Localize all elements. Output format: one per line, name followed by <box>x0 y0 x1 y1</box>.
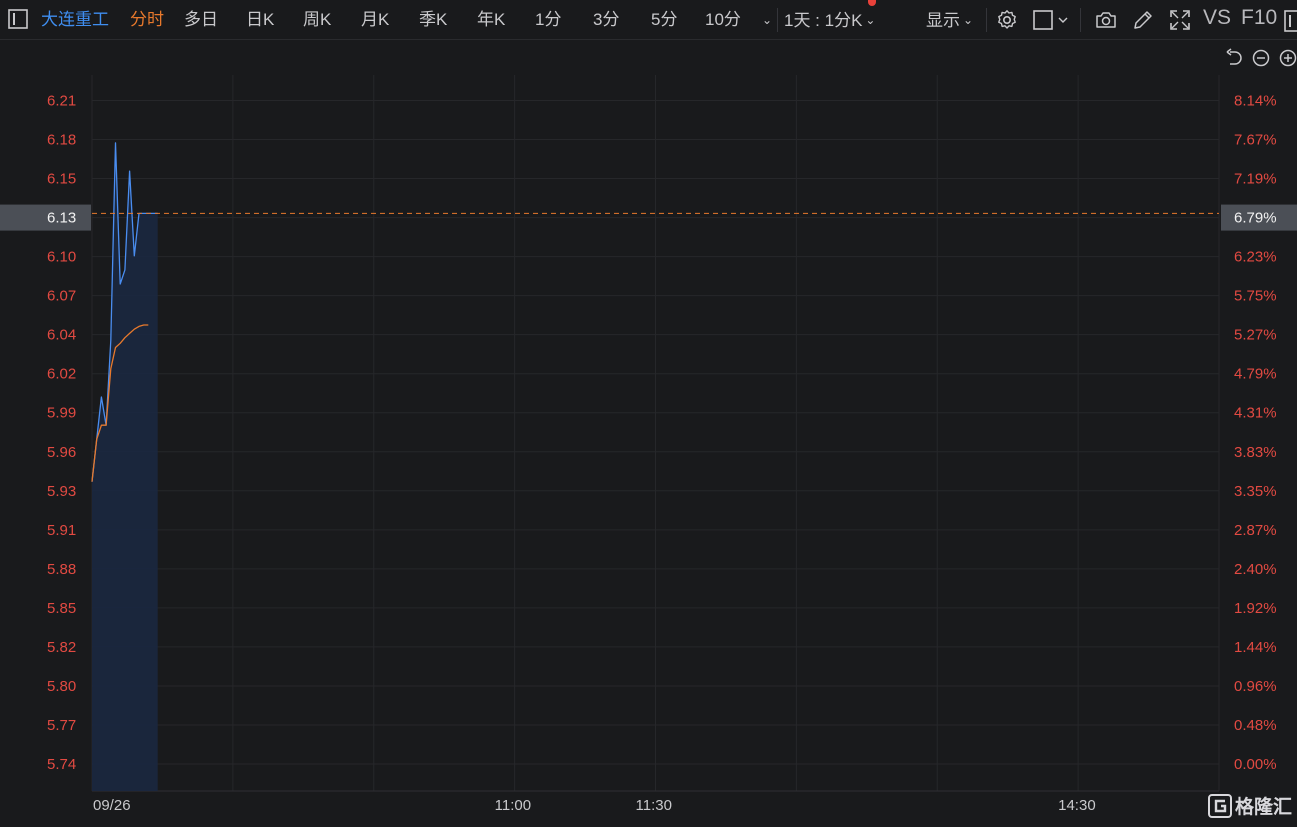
chevron-down-icon: ⌄ <box>762 13 773 27</box>
y-tick-label: 5.93 <box>47 483 76 500</box>
watermark-logo-icon <box>1208 794 1232 818</box>
side-panel-icon[interactable] <box>1283 9 1297 33</box>
notification-dot <box>868 0 876 6</box>
chevron-down-icon: ⌄ <box>963 13 974 27</box>
y-tick-label: 5.82 <box>47 639 76 656</box>
y-pct-tick-label: 0.00% <box>1234 756 1277 773</box>
y-tick-label: 6.15 <box>47 171 76 188</box>
y-tick-label: 5.91 <box>47 522 76 539</box>
sidebar-toggle-icon[interactable] <box>6 7 30 31</box>
chart-controls <box>1226 48 1297 67</box>
y-pct-tick-label: 3.83% <box>1234 444 1277 461</box>
x-tick-label: 11:00 <box>495 797 531 814</box>
y-pct-tick-label: 7.19% <box>1234 171 1277 188</box>
y-tick-label: 6.10 <box>47 249 76 266</box>
y-tick-label: 6.04 <box>47 327 76 344</box>
toolbar-divider <box>986 8 987 32</box>
toolbar-divider <box>1080 8 1081 32</box>
y-pct-tick-label: 3.35% <box>1234 483 1277 500</box>
tab-intraday[interactable]: 分时 <box>130 9 164 31</box>
more-periods-button[interactable]: ⌄ <box>759 9 772 32</box>
chevron-down-icon: ⌄ <box>865 13 876 27</box>
intraday-chart[interactable]: 6.21 6.18 6.15 6.13 6.10 6.07 6.04 6.02 5.99 5.96… <box>0 41 1297 827</box>
y-pct-tick-label: 7.67% <box>1234 132 1277 149</box>
display-menu-label: 显示 <box>926 11 960 30</box>
y-pct-tick-label: 2.40% <box>1234 561 1277 578</box>
display-menu-button[interactable]: 显示 ⌄ <box>926 9 973 32</box>
pencil-icon[interactable] <box>1131 8 1155 32</box>
tab-5min[interactable]: 5分 <box>651 9 677 31</box>
y-pct-tick-label: 4.31% <box>1234 405 1277 422</box>
y-pct-tick-label: 4.79% <box>1234 366 1277 383</box>
y-pct-tick-label: 5.75% <box>1234 288 1277 305</box>
y-tick-label: 6.13 <box>47 210 76 227</box>
watermark-text: 格隆汇 <box>1235 795 1292 818</box>
zoom-out-icon[interactable] <box>1252 49 1270 67</box>
y-tick-label: 6.07 <box>47 288 76 305</box>
y-pct-tick-label: 1.44% <box>1234 639 1277 656</box>
y-pct-tick-label: 1.92% <box>1234 600 1277 617</box>
price-area <box>92 142 158 791</box>
y-pct-tick-label: 6.79% <box>1234 210 1277 227</box>
chart-toolbar: 大连重工 分时 多日 日K 周K 月K 季K 年K 1分 3分 5分 10分 ⌄… <box>0 0 1297 40</box>
x-tick-label: 09/26 <box>93 797 131 814</box>
toolbar-divider <box>777 8 778 32</box>
period-selector[interactable]: 1天 : 1分K ⌄ <box>784 9 875 32</box>
tab-multi-day[interactable]: 多日 <box>184 9 218 31</box>
y-pct-tick-label: 2.87% <box>1234 522 1277 539</box>
square-icon[interactable] <box>1032 8 1072 32</box>
y-pct-tick-label: 8.14% <box>1234 93 1277 110</box>
y-tick-label: 5.88 <box>47 561 76 578</box>
tab-daily-k[interactable]: 日K <box>246 9 274 31</box>
y-pct-tick-label: 0.96% <box>1234 678 1277 695</box>
y-tick-label: 6.02 <box>47 366 76 383</box>
tab-monthly-k[interactable]: 月K <box>361 9 389 31</box>
watermark: 格隆汇 <box>1208 794 1292 818</box>
y-pct-tick-label: 6.23% <box>1234 249 1277 266</box>
tab-yearly-k[interactable]: 年K <box>477 9 505 31</box>
y-tick-label: 6.21 <box>47 93 76 110</box>
y-pct-tick-label: 5.27% <box>1234 327 1277 344</box>
percent-axis: 8.14% 7.67% 7.19% 6.79% 6.23% 5.75% 5.27% 4.79%… <box>1221 93 1297 773</box>
tab-quarterly-k[interactable]: 季K <box>419 9 447 31</box>
x-tick-label: 11:30 <box>636 797 672 814</box>
gear-icon[interactable] <box>995 8 1019 32</box>
y-tick-label: 6.18 <box>47 132 76 149</box>
f10-button[interactable]: F10 <box>1241 7 1277 29</box>
tab-weekly-k[interactable]: 周K <box>303 9 331 31</box>
current-price-label-bg <box>0 204 91 231</box>
y-tick-label: 5.96 <box>47 444 76 461</box>
y-pct-tick-label: 0.48% <box>1234 717 1277 734</box>
y-tick-label: 5.74 <box>47 756 76 773</box>
chart-grid <box>91 75 1220 792</box>
y-tick-label: 5.80 <box>47 678 76 695</box>
tab-10min[interactable]: 10分 <box>705 9 741 31</box>
price-area-fill <box>92 142 158 791</box>
vs-button[interactable]: VS <box>1203 7 1231 29</box>
undo-icon[interactable] <box>1226 48 1242 65</box>
time-axis: 09/26 11:00 11:30 14:30 <box>93 797 1096 814</box>
camera-icon[interactable] <box>1094 8 1118 32</box>
price-axis: 6.21 6.18 6.15 6.13 6.10 6.07 6.04 6.02 5.99 5.96… <box>0 93 91 773</box>
tab-3min[interactable]: 3分 <box>593 9 619 31</box>
stock-name[interactable]: 大连重工 <box>41 9 109 31</box>
period-selector-label: 1天 : 1分K <box>784 11 863 30</box>
y-tick-label: 5.85 <box>47 600 76 617</box>
tab-1min[interactable]: 1分 <box>535 9 561 31</box>
y-tick-label: 5.77 <box>47 717 76 734</box>
zoom-in-icon[interactable] <box>1279 49 1297 67</box>
y-tick-label: 5.99 <box>47 405 76 422</box>
x-tick-label: 14:30 <box>1058 797 1096 814</box>
fullscreen-icon[interactable] <box>1168 8 1192 32</box>
